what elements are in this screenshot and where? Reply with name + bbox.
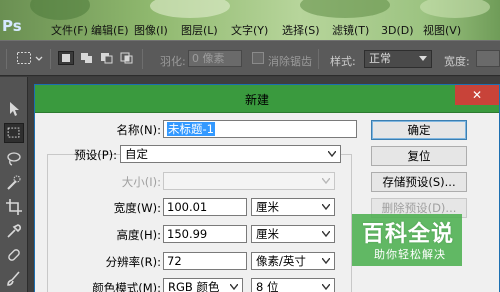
bit-depth-select[interactable]: 8 位 bbox=[251, 278, 335, 292]
width-label: 宽度: bbox=[444, 55, 470, 68]
width-input[interactable] bbox=[476, 50, 500, 67]
resolution-unit-select[interactable]: 像素/英寸 bbox=[251, 252, 335, 270]
menu-3d[interactable]: 3D(D) bbox=[381, 23, 414, 39]
watermark-logo: 百科全说 助你轻松解决 bbox=[352, 214, 462, 266]
menu-image[interactable]: 图像(I) bbox=[134, 23, 168, 39]
watermark-subtitle: 助你轻松解决 bbox=[374, 248, 446, 261]
chevron-down-icon bbox=[322, 204, 330, 210]
style-label: 样式: bbox=[330, 55, 356, 68]
color-mode-value: RGB 颜色 bbox=[168, 280, 220, 292]
preset-select-value: 自定 bbox=[125, 147, 148, 161]
rectangular-marquee-tool-icon[interactable] bbox=[4, 123, 24, 143]
chevron-down-icon bbox=[322, 231, 330, 237]
height-unit-value: 厘米 bbox=[256, 227, 279, 241]
name-input[interactable]: 未标题-1 bbox=[163, 120, 357, 138]
width-input[interactable]: 100.01 bbox=[163, 198, 247, 216]
marquee-tool-icon[interactable] bbox=[16, 51, 32, 65]
feather-input[interactable]: 0 像素 bbox=[188, 50, 242, 67]
chevron-down-icon bbox=[230, 284, 238, 290]
save-preset-button[interactable]: 存储预设(S)... bbox=[371, 172, 467, 192]
menu-view[interactable]: 视图(V) bbox=[423, 23, 461, 39]
subtract-from-selection-icon[interactable] bbox=[99, 51, 115, 65]
background-leaf bbox=[300, 0, 390, 18]
resolution-input[interactable]: 72 bbox=[163, 252, 247, 270]
menu-filter[interactable]: 滤镜(T) bbox=[332, 23, 369, 39]
move-tool-icon[interactable] bbox=[4, 99, 24, 119]
options-separator bbox=[50, 49, 51, 69]
menu-layer[interactable]: 图层(L) bbox=[181, 23, 218, 39]
preset-select[interactable]: 自定 bbox=[120, 145, 341, 163]
menu-select[interactable]: 选择(S) bbox=[282, 23, 320, 39]
width-unit-select[interactable]: 厘米 bbox=[251, 198, 335, 216]
resolution-label: 分辨率(R): bbox=[105, 255, 161, 269]
resolution-unit-value: 像素/英寸 bbox=[256, 254, 306, 268]
dialog-title: 新建 bbox=[245, 93, 270, 107]
chevron-down-icon bbox=[419, 56, 427, 61]
antialias-label: 消除锯齿 bbox=[268, 55, 312, 68]
preset-label: 预设(P): bbox=[74, 148, 117, 162]
tools-panel bbox=[0, 77, 28, 292]
background-leaf bbox=[420, 0, 490, 18]
ok-button[interactable]: 确定 bbox=[371, 120, 467, 140]
size-select bbox=[163, 172, 335, 190]
bit-depth-value: 8 位 bbox=[256, 280, 279, 292]
dialog-titlebar[interactable]: 新建 ✕ bbox=[35, 85, 499, 113]
chevron-down-icon bbox=[328, 151, 336, 157]
width-label: 宽度(W): bbox=[113, 201, 161, 215]
color-mode-select[interactable]: RGB 颜色 bbox=[163, 278, 243, 292]
options-grip bbox=[6, 49, 7, 69]
close-button[interactable]: ✕ bbox=[455, 85, 499, 105]
menu-type[interactable]: 文字(Y) bbox=[231, 23, 268, 39]
healing-brush-tool-icon[interactable] bbox=[4, 245, 24, 265]
brush-tool-icon[interactable] bbox=[4, 269, 24, 289]
eyedropper-tool-icon[interactable] bbox=[4, 221, 24, 241]
add-to-selection-icon[interactable] bbox=[79, 51, 95, 65]
height-input[interactable]: 150.99 bbox=[163, 225, 247, 243]
chevron-down-icon bbox=[322, 284, 330, 290]
height-label: 高度(H): bbox=[116, 228, 162, 242]
crop-tool-icon[interactable] bbox=[4, 197, 24, 217]
options-separator bbox=[142, 49, 143, 69]
options-separator bbox=[318, 49, 319, 69]
menu-file[interactable]: 文件(F) bbox=[51, 23, 88, 39]
name-label: 名称(N): bbox=[116, 123, 161, 137]
reset-button[interactable]: 复位 bbox=[371, 146, 467, 166]
menu-bar: Ps 文件(F) 编辑(E) 图像(I) 图层(L) 文字(Y) 选择(S) 滤… bbox=[0, 0, 500, 40]
background-leaf bbox=[30, 0, 90, 20]
options-bar: 羽化: 0 像素 消除锯齿 样式: 正常 宽度: bbox=[0, 40, 500, 76]
new-selection-icon[interactable] bbox=[58, 51, 74, 65]
width-unit-value: 厘米 bbox=[256, 200, 279, 214]
height-unit-select[interactable]: 厘米 bbox=[251, 225, 335, 243]
intersect-selection-icon[interactable] bbox=[119, 51, 135, 65]
menu-edit[interactable]: 编辑(E) bbox=[91, 23, 129, 39]
style-select-value: 正常 bbox=[369, 52, 391, 65]
watermark-title: 百科全说 bbox=[362, 222, 455, 247]
background-leaf bbox=[150, 0, 230, 18]
feather-label: 羽化: bbox=[160, 55, 186, 68]
chevron-down-icon[interactable] bbox=[34, 51, 44, 65]
quick-selection-tool-icon[interactable] bbox=[4, 173, 24, 193]
name-input-value: 未标题-1 bbox=[167, 122, 215, 136]
chevron-down-icon bbox=[322, 258, 330, 264]
style-select[interactable]: 正常 bbox=[364, 50, 432, 68]
photoshop-logo[interactable]: Ps bbox=[2, 16, 24, 36]
lasso-tool-icon[interactable] bbox=[4, 149, 24, 169]
size-label: 大小(I): bbox=[121, 175, 161, 189]
color-mode-label: 颜色模式(M): bbox=[92, 281, 161, 292]
close-icon: ✕ bbox=[471, 88, 483, 102]
antialias-checkbox[interactable] bbox=[252, 52, 264, 64]
chevron-down-icon bbox=[322, 178, 330, 184]
